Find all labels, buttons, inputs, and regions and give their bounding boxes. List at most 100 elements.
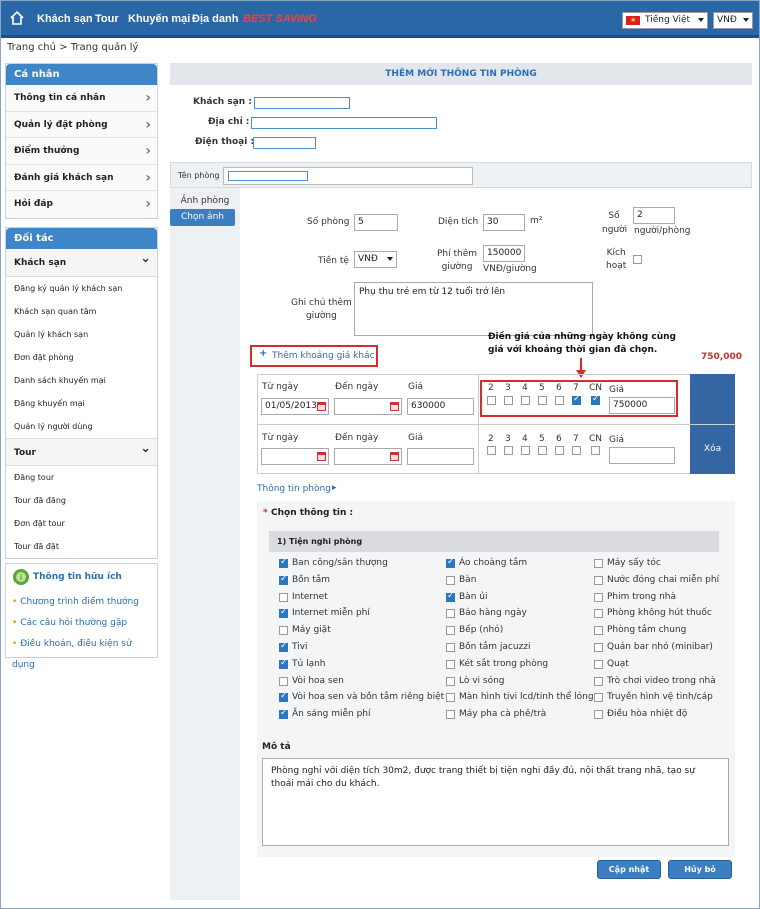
address-field[interactable] [251,117,437,129]
bed-fee-input[interactable]: 150000 [483,245,525,262]
weekday-checkbox[interactable] [504,446,513,455]
people-input[interactable]: 2 [633,207,675,224]
phone-field[interactable] [253,137,316,149]
amenity-checkbox[interactable] [594,592,603,602]
active-checkbox[interactable] [633,255,642,264]
sidebar-item-points[interactable]: Điểm thưởng [6,138,157,165]
amenity-checkbox[interactable] [594,559,603,568]
amenity-checkbox[interactable] [446,557,455,568]
weekday-checkbox[interactable] [572,446,581,455]
currency-select[interactable]: VNĐ [713,12,753,29]
tab-room-images[interactable]: Ảnh phòng [174,196,236,206]
price-input[interactable]: 630000 [407,398,474,415]
amenity-checkbox[interactable] [446,609,455,619]
info-link-points[interactable]: • Chương trình điểm thưởng [6,592,157,613]
area-input[interactable]: 30 [483,214,525,231]
weekday-checkbox[interactable] [555,446,564,455]
amenity-checkbox[interactable] [279,626,288,636]
calendar-icon[interactable] [390,402,399,411]
room-count-input[interactable]: 5 [354,214,398,231]
bed-note-textarea[interactable]: Phụ thu trẻ em từ 12 tuổi trở lên [354,282,593,336]
sidebar-sub-item[interactable]: Danh sách khuyến mại [6,369,157,392]
amenity-checkbox[interactable] [594,676,603,686]
amenity-checkbox[interactable] [446,643,455,652]
choose-image-button[interactable]: Chọn ảnh [170,209,235,226]
amenity-checkbox[interactable] [446,626,455,636]
description-textarea[interactable]: Phòng nghỉ với diện tích 30m2, được tran… [262,758,729,846]
amenity-checkbox[interactable] [279,708,288,720]
add-price-range-link[interactable]: Thêm khoảng giá khác [272,351,375,361]
amenity-checkbox[interactable] [279,658,288,669]
tour-group[interactable]: Tour [6,435,157,466]
nav-destination[interactable]: Địa danh [192,13,238,25]
cancel-button[interactable]: Hủy bỏ [668,860,732,879]
breadcrumb-home[interactable]: Trang chủ [7,42,56,53]
sidebar-sub-item[interactable]: Đăng ký quản lý khách sạn [6,277,157,300]
weekday-checkbox[interactable] [538,396,547,405]
amenity-checkbox[interactable] [279,641,288,652]
info-link-terms[interactable]: • Điều khoản, điều kiện sử dụng [6,634,157,670]
amenity-checkbox[interactable] [594,626,603,636]
weekday-checkbox[interactable] [487,396,496,405]
calendar-icon[interactable] [317,402,326,411]
sidebar-item-reviews[interactable]: Đánh giá khách sạn [6,164,157,191]
room-name-input[interactable] [223,167,473,185]
amenity-checkbox[interactable] [446,575,455,585]
weekday-checkbox[interactable] [591,446,600,455]
amenity-checkbox[interactable] [279,607,288,619]
sidebar-sub-item[interactable]: Quản lý người dùng [6,415,157,438]
sidebar-item-bookings[interactable]: Quản lý đặt phòng [6,111,157,138]
sidebar-sub-item[interactable]: Khách sạn quan tâm [6,300,157,323]
sidebar-sub-item[interactable]: Quản lý khách sạn [6,323,157,346]
day-price-input[interactable] [609,447,675,464]
hotel-field[interactable] [254,97,350,109]
sidebar-item-profile[interactable]: Thông tin cá nhân [6,85,157,112]
sidebar-item-faq[interactable]: Hỏi đáp [6,191,157,218]
price-input[interactable] [407,448,474,465]
amenity-checkbox[interactable] [594,643,603,652]
language-select[interactable]: Tiếng Việt [622,12,708,29]
amenity-checkbox[interactable] [446,659,455,669]
amenity-checkbox[interactable] [594,609,603,619]
amenity-checkbox[interactable] [446,693,455,703]
amenity-checkbox[interactable] [446,676,455,686]
calendar-icon[interactable] [390,452,399,461]
day-price-input[interactable]: 750000 [609,397,675,414]
weekday-checkbox[interactable] [487,446,496,455]
sidebar-sub-item[interactable]: Tour đã đặt [6,535,157,558]
weekday-checkbox[interactable] [504,396,513,405]
amenity-checkbox[interactable] [279,592,288,602]
sidebar-sub-item[interactable]: Đăng tour [6,466,157,489]
info-link-faq[interactable]: • Các câu hỏi thường gặp [6,613,157,634]
update-button[interactable]: Cập nhật [597,860,661,879]
sidebar-sub-item[interactable]: Đơn đặt tour [6,512,157,535]
amenity-checkbox[interactable] [279,557,288,568]
weekday-checkbox[interactable] [591,394,600,405]
calendar-icon[interactable] [317,452,326,461]
amenity-checkbox[interactable] [594,693,603,703]
hotel-group[interactable]: Khách sạn [6,245,157,277]
weekday-checkbox[interactable] [538,446,547,455]
amenity-checkbox[interactable] [594,659,603,669]
weekday-checkbox[interactable] [521,446,530,455]
weekday-checkbox[interactable] [572,394,581,405]
weekday-checkbox[interactable] [555,396,564,405]
home-icon[interactable] [10,11,24,25]
nav-promotion[interactable]: Khuyến mại [128,13,190,25]
nav-tour[interactable]: Tour [95,13,119,25]
amenity-checkbox[interactable] [594,710,603,720]
amenity-checkbox[interactable] [446,710,455,720]
sidebar-sub-item[interactable]: Đơn đặt phòng [6,346,157,369]
amenity-checkbox[interactable] [446,591,455,602]
amenity-checkbox[interactable] [594,575,603,585]
amenity-checkbox[interactable] [279,676,288,686]
amenity-checkbox[interactable] [279,574,288,585]
weekday-checkbox[interactable] [521,396,530,405]
nav-best-saving[interactable]: BEST SAVING [243,13,317,25]
sidebar-sub-item[interactable]: Đăng khuyến mại [6,392,157,415]
room-info-link[interactable]: Thông tin phòng [257,484,331,494]
amenity-checkbox[interactable] [279,691,288,703]
delete-button[interactable]: Xóa [690,425,735,474]
sidebar-sub-item[interactable]: Tour đã đăng [6,489,157,512]
currency-dropdown[interactable]: VNĐ [354,251,397,268]
